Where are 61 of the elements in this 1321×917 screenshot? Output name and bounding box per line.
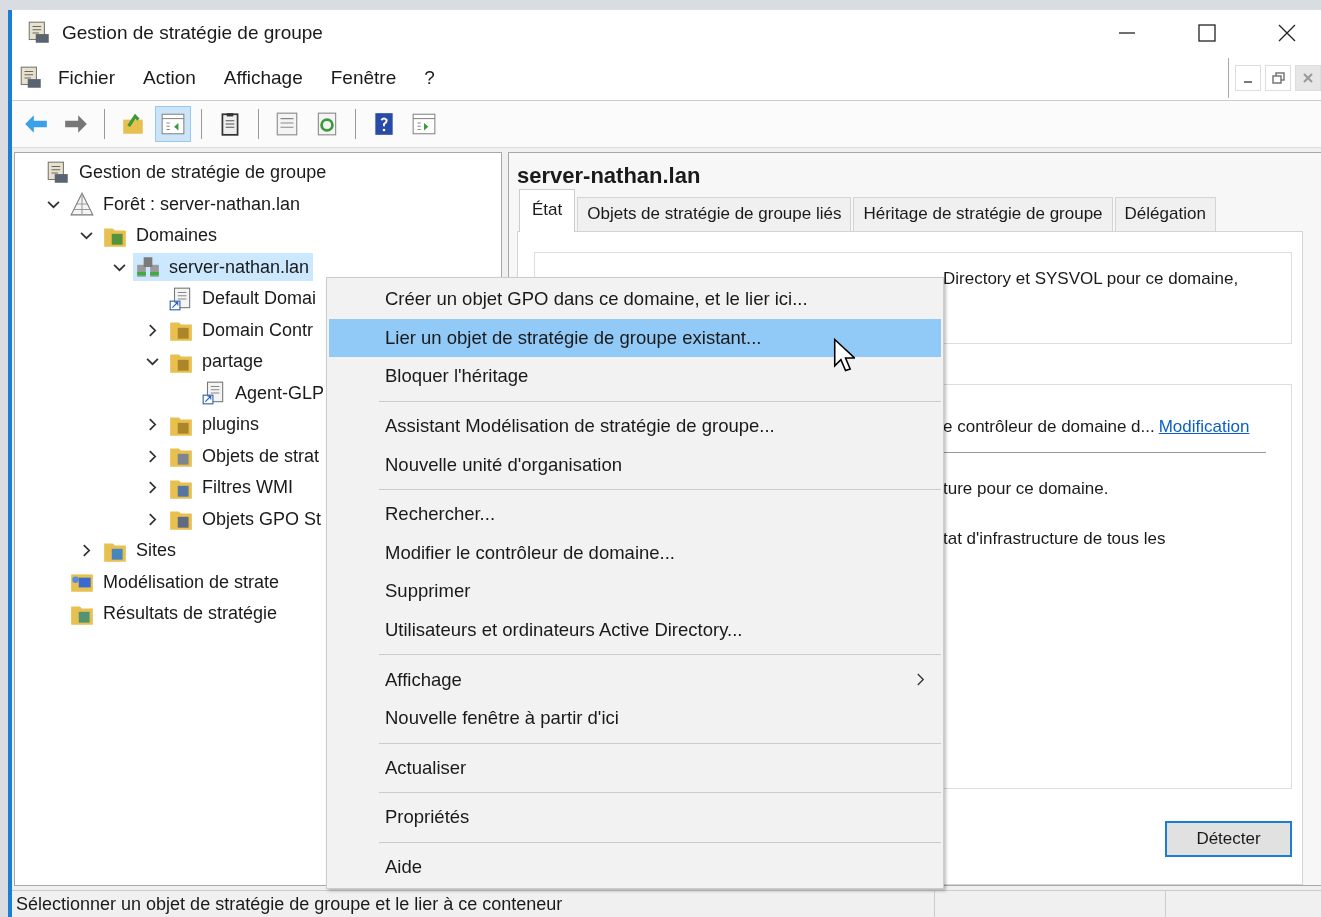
document-icon	[274, 111, 300, 137]
console-icon	[45, 159, 71, 186]
tab[interactable]: Objets de stratégie de groupe liés	[577, 197, 852, 231]
mouse-cursor-icon	[833, 338, 855, 372]
tab[interactable]: Délégation	[1114, 197, 1216, 231]
maximize-icon[interactable]	[1197, 23, 1217, 43]
menu-item[interactable]: Affichage	[219, 65, 307, 91]
close-icon[interactable]	[1277, 23, 1297, 43]
tree-item[interactable]: server-nathan.lan	[133, 253, 314, 282]
context-menu-item[interactable]: Assistant Modélisation de stratégie de groupe...	[329, 406, 941, 446]
pane-icon	[411, 111, 437, 137]
tree-item[interactable]: Agent-GLP	[199, 379, 329, 408]
context-menu-item[interactable]: Utilisateurs et ordinateurs Active Directory...	[329, 610, 941, 650]
context-menu-item[interactable]: Affichage	[329, 660, 941, 699]
tree-item[interactable]: Objets de strat	[166, 442, 324, 471]
context-menu-item[interactable]: Aide	[329, 847, 941, 887]
tree-item[interactable]: Modélisation de strate	[67, 568, 284, 597]
status-text: Directory et SYSVOL pour ce domaine,	[943, 269, 1240, 289]
menu-item[interactable]: Fichier	[54, 65, 119, 91]
tree-item[interactable]: Gestion de stratégie de groupe	[43, 158, 331, 187]
context-menu-item[interactable]: Propriétés	[329, 798, 941, 837]
domain-heading: server-nathan.lan	[517, 162, 702, 190]
context-menu-item[interactable]: Actualiser	[329, 748, 941, 788]
window-title: Gestion de stratégie de groupe	[62, 22, 323, 44]
tree-item[interactable]: Sites	[100, 536, 181, 565]
context-menu-item[interactable]: Créer un objet GPO dans ce domaine, et le lier ici...	[329, 280, 941, 319]
context-menu-item[interactable]: Nouvelle unité d'organisation	[329, 445, 941, 484]
tree-item[interactable]: Default Domai	[166, 284, 321, 313]
pane-icon	[160, 111, 186, 137]
menu-item[interactable]: Fenêtre	[326, 65, 401, 91]
console-icon[interactable]	[18, 65, 44, 91]
info-text: tat d'infrastructure de tous les	[943, 529, 1167, 549]
tab[interactable]: Héritage de stratégie de groupe	[853, 197, 1113, 231]
tab[interactable]: État	[519, 189, 576, 232]
info-text: ture pour ce domaine.	[943, 479, 1110, 499]
context-menu-item[interactable]: Rechercher...	[329, 494, 941, 534]
folder-up-icon	[120, 111, 146, 137]
context-menu-item[interactable]: Supprimer	[329, 572, 941, 611]
menu-item[interactable]: Action	[139, 65, 200, 91]
context-menu-item[interactable]: Nouvelle fenêtre à partir d'ici	[329, 698, 941, 738]
minimize-icon[interactable]	[1235, 65, 1261, 91]
tree-item[interactable]: Forêt : server-nathan.lan	[67, 190, 305, 219]
restore-icon[interactable]	[1265, 65, 1291, 91]
triangle-icon	[69, 191, 95, 218]
tree-item[interactable]: Domain Contr	[166, 316, 318, 345]
menu-item[interactable]: ?	[420, 65, 439, 91]
tree-item[interactable]: Domaines	[100, 221, 222, 250]
controller-text: e contrôleur de domaine d...	[943, 417, 1155, 437]
context-menu-item[interactable]: Bloquer l'héritage	[329, 357, 941, 396]
modification-link[interactable]: Modification	[1158, 417, 1250, 437]
context-menu-item[interactable]: Modifier le contrôleur de domaine...	[329, 533, 941, 573]
tree-item[interactable]: partage	[166, 347, 268, 376]
tree-toggle-button[interactable]	[155, 106, 191, 142]
tree-item[interactable]: plugins	[166, 410, 264, 439]
tree-item[interactable]: Résultats de stratégie	[67, 599, 282, 628]
context-menu-item[interactable]: Lier un objet de stratégie de groupe existant...	[329, 318, 941, 358]
console-icon	[26, 20, 52, 46]
tree-item[interactable]: Objets GPO St	[166, 505, 326, 534]
tree-item[interactable]: Filtres WMI	[166, 473, 297, 502]
status-text: Sélectionner un objet de stratégie de groupe et le lier à ce conteneur	[15, 893, 564, 915]
detect-button[interactable]: Détecter	[1165, 821, 1292, 857]
